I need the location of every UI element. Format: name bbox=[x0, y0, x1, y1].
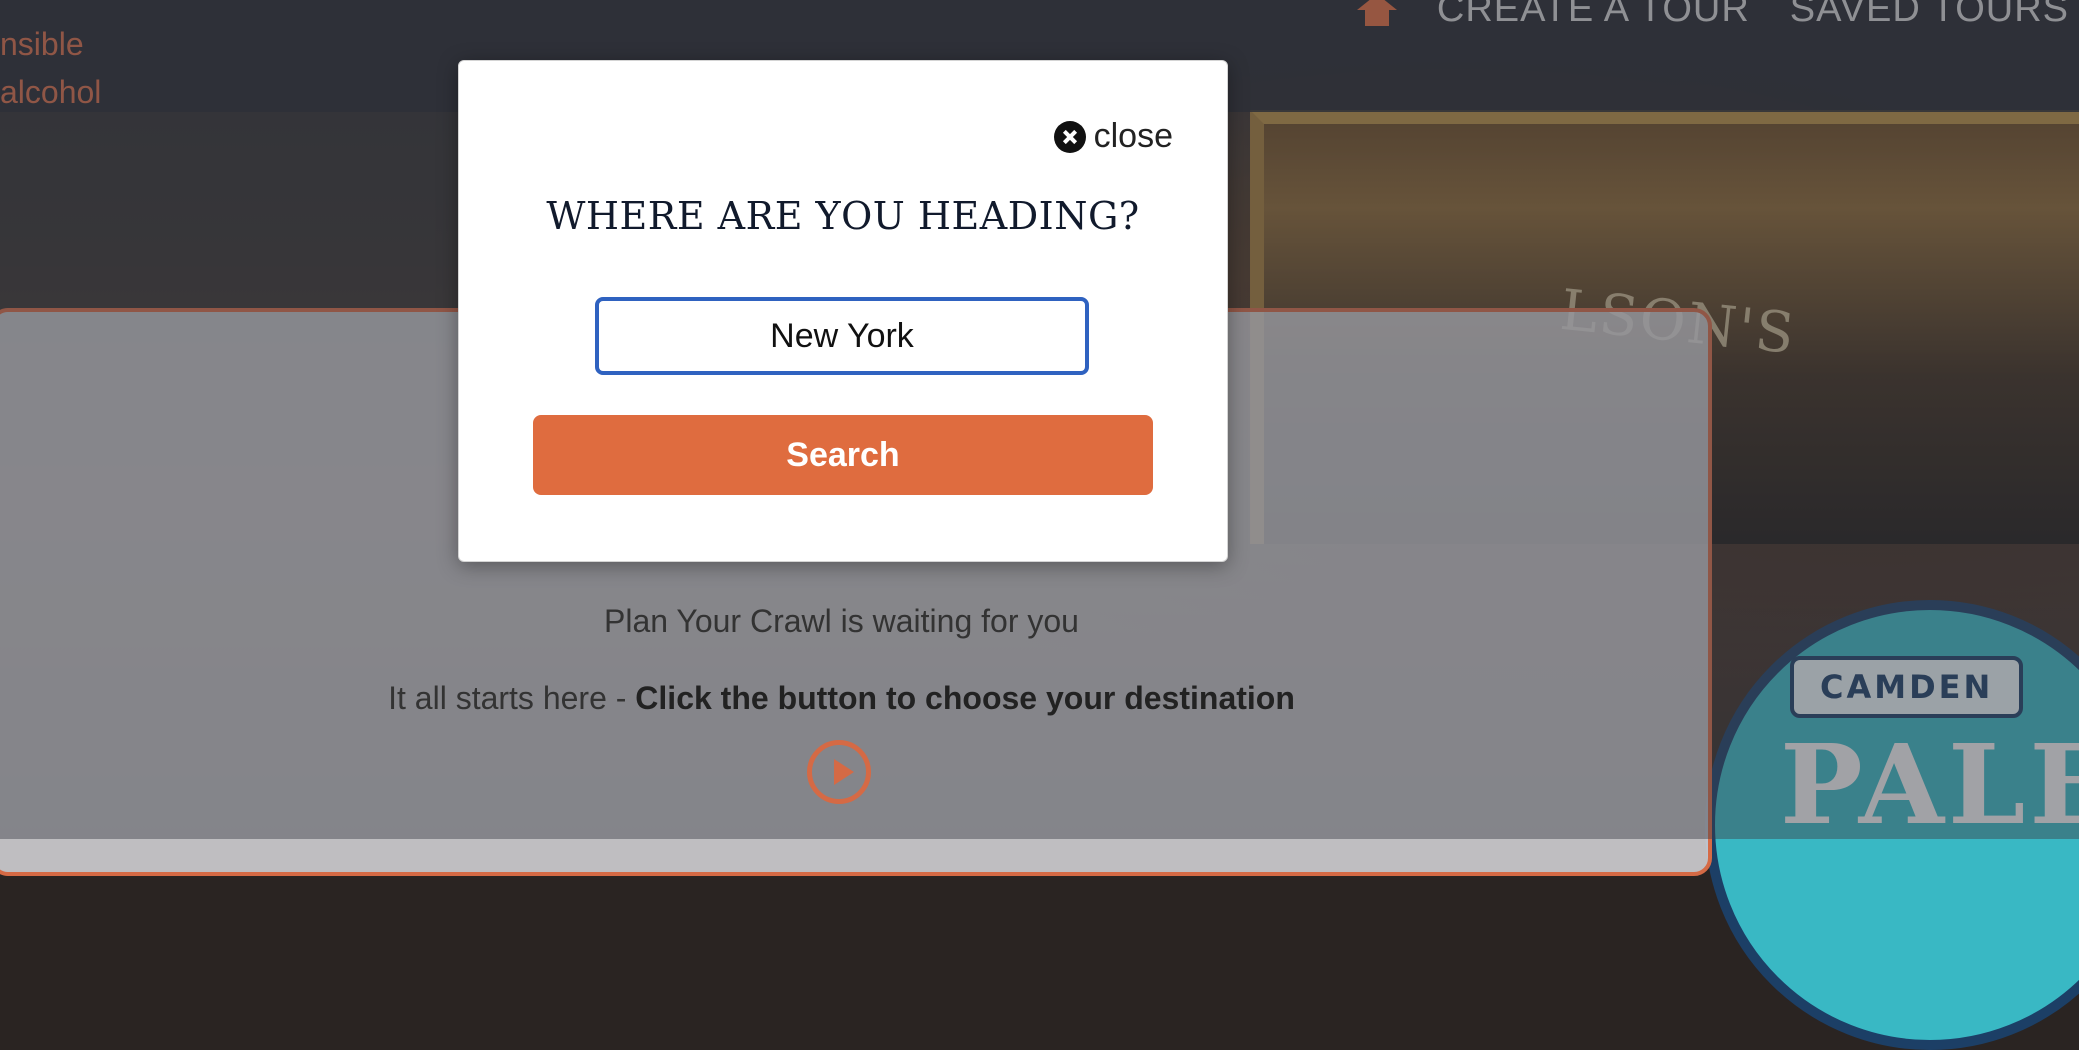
modal-title: WHERE ARE YOU HEADING? bbox=[546, 194, 1140, 238]
intro-line-2-bold: Click the button to choose your destinat… bbox=[635, 680, 1295, 716]
intro-line-1: Plan Your Crawl is waiting for you bbox=[604, 603, 1079, 639]
close-button[interactable]: close bbox=[1053, 117, 1173, 156]
intro-line-2: It all starts here - Click the button to… bbox=[0, 680, 1683, 717]
play-button[interactable] bbox=[807, 740, 871, 804]
close-label: close bbox=[1093, 117, 1173, 155]
search-button[interactable]: Search bbox=[533, 415, 1153, 495]
intro-line-2-prefix: It all starts here - bbox=[388, 680, 636, 716]
destination-modal: close WHERE ARE YOU HEADING? Search bbox=[458, 60, 1228, 562]
destination-input[interactable] bbox=[595, 297, 1089, 375]
close-icon bbox=[1053, 120, 1086, 153]
